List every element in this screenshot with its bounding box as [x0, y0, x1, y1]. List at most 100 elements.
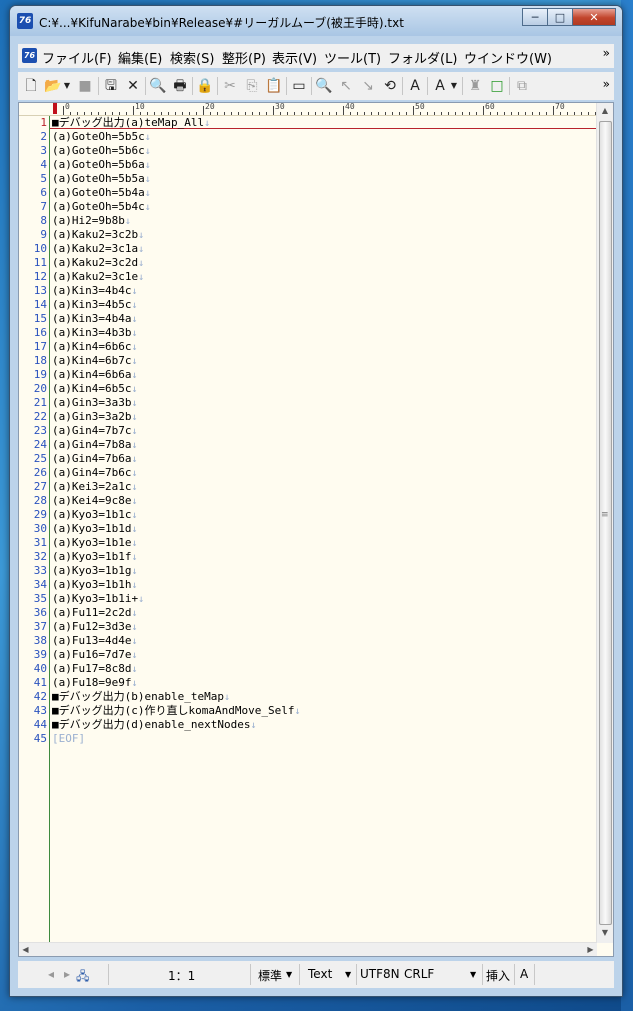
- menu-file[interactable]: ファイル(F): [42, 48, 112, 67]
- file-type-label[interactable]: Text: [308, 967, 332, 981]
- dropdown-icon[interactable]: ▼: [450, 77, 458, 95]
- text-line[interactable]: ■デバッグ出力(a)teMap_All↓: [52, 116, 210, 130]
- menu-view[interactable]: 表示(V): [272, 48, 317, 67]
- text-line[interactable]: (a)GoteOh=5b6c↓: [52, 144, 151, 158]
- nav-forward-icon[interactable]: ▸: [64, 967, 70, 981]
- text-line[interactable]: (a)Kin4=6b7c↓: [52, 354, 138, 368]
- scroll-down-icon[interactable]: ▼: [597, 925, 613, 941]
- dropdown-icon[interactable]: ▼: [63, 77, 71, 95]
- text-line[interactable]: (a)Gin3=3a3b↓: [52, 396, 138, 410]
- ruler-tick: [126, 112, 127, 115]
- text-line[interactable]: (a)Kyo3=1b1d↓: [52, 522, 138, 536]
- text-line[interactable]: (a)Fu11=2c2d↓: [52, 606, 138, 620]
- vertical-scrollbar[interactable]: ▲ ≡ ▼: [596, 103, 613, 943]
- close-button[interactable]: ✕: [572, 8, 616, 26]
- text-line[interactable]: (a)Kaku2=3c2d↓: [52, 256, 144, 270]
- text-line[interactable]: (a)Kin4=6b6c↓: [52, 340, 138, 354]
- text-line[interactable]: ■デバッグ出力(c)作り直しkomaAndMove_Self↓: [52, 704, 300, 718]
- text-line[interactable]: (a)Gin4=7b7c↓: [52, 424, 138, 438]
- text-line[interactable]: (a)Kin3=4b4c↓: [52, 284, 138, 298]
- scroll-thumb[interactable]: [599, 121, 612, 925]
- text-line[interactable]: (a)Kin3=4b3b↓: [52, 326, 138, 340]
- text-line[interactable]: ■デバッグ出力(b)enable_teMap↓: [52, 690, 230, 704]
- text-line[interactable]: (a)Kaku2=3c2b↓: [52, 228, 144, 242]
- spell-check-icon[interactable]: A: [431, 77, 449, 95]
- text-line[interactable]: (a)GoteOh=5b5c↓: [52, 130, 151, 144]
- input-mode-label[interactable]: 標準: [258, 967, 282, 984]
- paste-icon[interactable]: 📋: [265, 77, 283, 95]
- text-line[interactable]: (a)Gin4=7b6c↓: [52, 466, 138, 480]
- document-icon[interactable]: 76: [22, 48, 37, 63]
- text-line[interactable]: (a)Gin3=3a2b↓: [52, 410, 138, 424]
- file-type-dropdown-icon[interactable]: ▼: [345, 970, 351, 979]
- text-line[interactable]: (a)GoteOh=5b6a↓: [52, 158, 151, 172]
- text-line[interactable]: (a)GoteOh=5b4c↓: [52, 200, 151, 214]
- menu-folder[interactable]: フォルダ(L): [388, 48, 457, 67]
- text-line[interactable]: (a)GoteOh=5b4a↓: [52, 186, 151, 200]
- line-number-gutter[interactable]: 1 2 3 4 5 6 7 8 9 10 11 12 13 14 15 16 17 18 19 20 21 22 23 24 2…: [19, 116, 50, 946]
- text-line[interactable]: (a)Fu12=3d3e↓: [52, 620, 138, 634]
- ruler-label: 30: [275, 102, 285, 111]
- text-line[interactable]: (a)Kei4=9c8e↓: [52, 494, 138, 508]
- text-line[interactable]: (a)Kaku2=3c1a↓: [52, 242, 144, 256]
- minimize-button[interactable]: ─: [522, 8, 548, 26]
- text-line[interactable]: (a)Kyo3=1b1f↓: [52, 550, 138, 564]
- text-line[interactable]: (a)Kin4=6b6a↓: [52, 368, 138, 382]
- horizontal-scrollbar[interactable]: ◀ ▶: [19, 942, 597, 956]
- scroll-up-icon[interactable]: ▲: [597, 103, 613, 119]
- text-line[interactable]: (a)Fu18=9e9f↓: [52, 676, 138, 690]
- text-line[interactable]: (a)GoteOh=5b5a↓: [52, 172, 151, 186]
- input-mode-dropdown-icon[interactable]: ▼: [286, 970, 292, 979]
- lock-icon[interactable]: 🔒: [196, 77, 214, 95]
- search-icon[interactable]: 🔍: [315, 77, 333, 95]
- text-line[interactable]: ■デバッグ出力(d)enable_nextNodes↓: [52, 718, 256, 732]
- toolbar-overflow-icon[interactable]: »: [603, 77, 610, 91]
- outline-icon[interactable]: □: [488, 77, 506, 95]
- text-line[interactable]: (a)Kaku2=3c1e↓: [52, 270, 144, 284]
- text-line[interactable]: (a)Kyo3=1b1e↓: [52, 536, 138, 550]
- ruler-icon[interactable]: ▭: [290, 77, 308, 95]
- text-line[interactable]: (a)Kyo3=1b1c↓: [52, 508, 138, 522]
- maximize-button[interactable]: □: [547, 8, 573, 26]
- text-line[interactable]: (a)Kyo3=1b1g↓: [52, 564, 138, 578]
- text-line[interactable]: (a)Gin4=7b8a↓: [52, 438, 138, 452]
- text-line[interactable]: (a)Kin4=6b5c↓: [52, 382, 138, 396]
- scroll-right-icon[interactable]: ▶: [584, 943, 597, 956]
- open-file-icon[interactable]: 📂: [44, 77, 62, 95]
- line-ending-label[interactable]: CRLF: [404, 967, 434, 981]
- network-icon[interactable]: 🖧: [76, 967, 89, 988]
- app-icon[interactable]: 76: [17, 13, 33, 29]
- nav-back-icon[interactable]: ◂: [48, 967, 54, 981]
- text-line[interactable]: (a)Fu13=4d4e↓: [52, 634, 138, 648]
- menu-edit[interactable]: 編集(E): [118, 48, 162, 67]
- text-line[interactable]: (a)Fu17=8c8d↓: [52, 662, 138, 676]
- text-line[interactable]: (a)Hi2=9b8b↓: [52, 214, 131, 228]
- insert-mode-label[interactable]: 挿入: [486, 967, 510, 984]
- encoding-label[interactable]: UTF8N: [360, 967, 400, 981]
- text-line[interactable]: (a)Kei3=2a1c↓: [52, 480, 138, 494]
- menu-window[interactable]: ウインドウ(W): [464, 48, 552, 67]
- encoding-dropdown-icon[interactable]: ▼: [470, 970, 476, 979]
- save-all-icon[interactable]: 🖫: [102, 77, 120, 95]
- menu-format[interactable]: 整形(P): [222, 48, 266, 67]
- text-line[interactable]: (a)Kyo3=1b1h↓: [52, 578, 138, 592]
- ime-indicator[interactable]: A: [520, 967, 528, 981]
- text-line[interactable]: (a)Fu16=7d7e↓: [52, 648, 138, 662]
- scroll-left-icon[interactable]: ◀: [19, 943, 32, 956]
- ruler-tick: [518, 112, 519, 115]
- replace-icon[interactable]: ⟲: [381, 77, 399, 95]
- font-color-icon[interactable]: A: [406, 77, 424, 95]
- text-line[interactable]: (a)Kin3=4b4a↓: [52, 312, 138, 326]
- text-line[interactable]: (a)Gin4=7b6a↓: [52, 452, 138, 466]
- close-file-icon[interactable]: ✕: [124, 77, 142, 95]
- menu-overflow-icon[interactable]: »: [603, 46, 610, 60]
- menu-search[interactable]: 検索(S): [170, 48, 214, 67]
- new-file-icon[interactable]: 🗋: [22, 77, 40, 95]
- menu-tools[interactable]: ツール(T): [324, 48, 381, 67]
- print-icon[interactable]: 🖶: [171, 77, 189, 95]
- title-bar[interactable]: 76 C:¥...¥KifuNarabe¥bin¥Release¥#リーガルムー…: [10, 6, 622, 36]
- text-line[interactable]: (a)Kin3=4b5c↓: [52, 298, 138, 312]
- text-editor[interactable]: 0 10 20 30 40 50 60 70 1 2 3 4 5 6 7 8 9 10 11 12 13 14 15 16 1…: [18, 102, 614, 957]
- print-preview-icon[interactable]: 🔍: [149, 77, 167, 95]
- text-line[interactable]: (a)Kyo3=1b1i+↓: [52, 592, 144, 606]
